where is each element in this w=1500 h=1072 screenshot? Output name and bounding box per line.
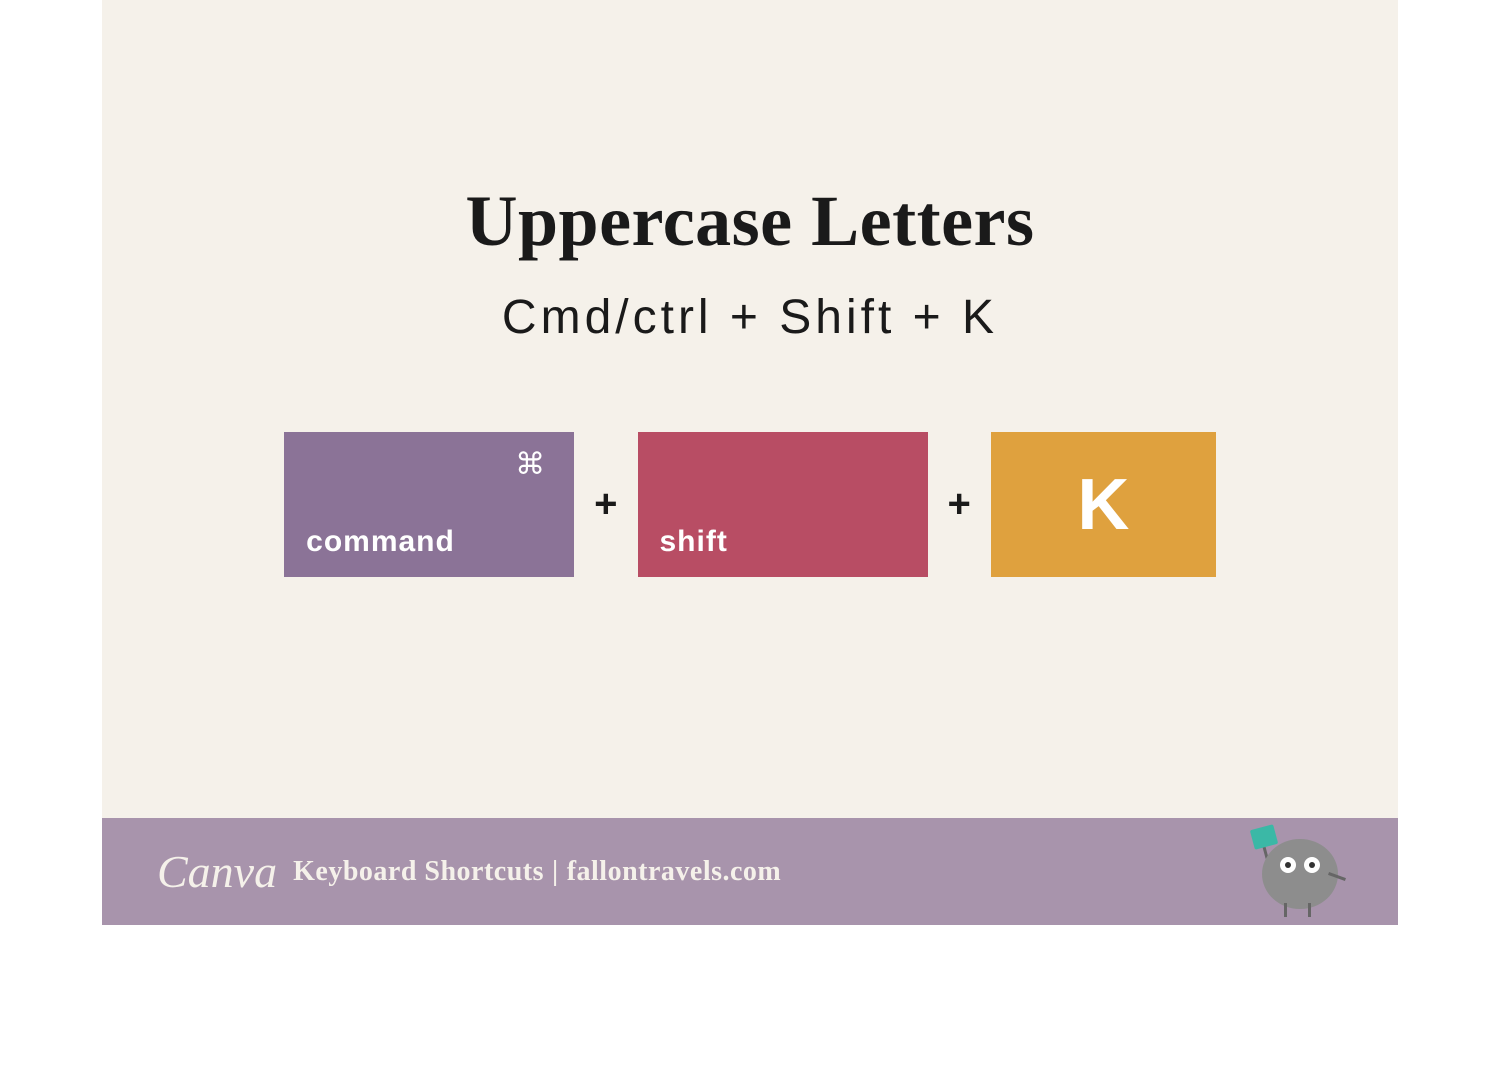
plus-separator: + bbox=[586, 482, 625, 527]
canva-logo: Canva bbox=[157, 845, 277, 898]
key-k: K bbox=[991, 432, 1216, 577]
key-command-label: command bbox=[306, 525, 552, 559]
shortcut-subtitle: Cmd/ctrl + Shift + K bbox=[102, 290, 1398, 345]
keys-row: ⌘ command + shift + K bbox=[102, 432, 1398, 577]
footer-separator: | bbox=[552, 856, 559, 888]
footer-site: fallontravels.com bbox=[567, 856, 782, 888]
command-symbol-icon: ⌘ bbox=[515, 447, 546, 482]
plus-separator: + bbox=[940, 482, 979, 527]
footer-title: Keyboard Shortcuts bbox=[293, 856, 544, 888]
mascot-icon bbox=[1248, 827, 1348, 917]
key-command: ⌘ command bbox=[284, 432, 574, 577]
key-k-label: K bbox=[1077, 464, 1129, 546]
key-shift: shift bbox=[638, 432, 928, 577]
key-shift-label: shift bbox=[660, 525, 906, 559]
shortcut-card: Uppercase Letters Cmd/ctrl + Shift + K ⌘… bbox=[102, 0, 1398, 925]
shortcut-title: Uppercase Letters bbox=[102, 180, 1398, 263]
footer-bar: Canva Keyboard Shortcuts | fallontravels… bbox=[102, 818, 1398, 925]
